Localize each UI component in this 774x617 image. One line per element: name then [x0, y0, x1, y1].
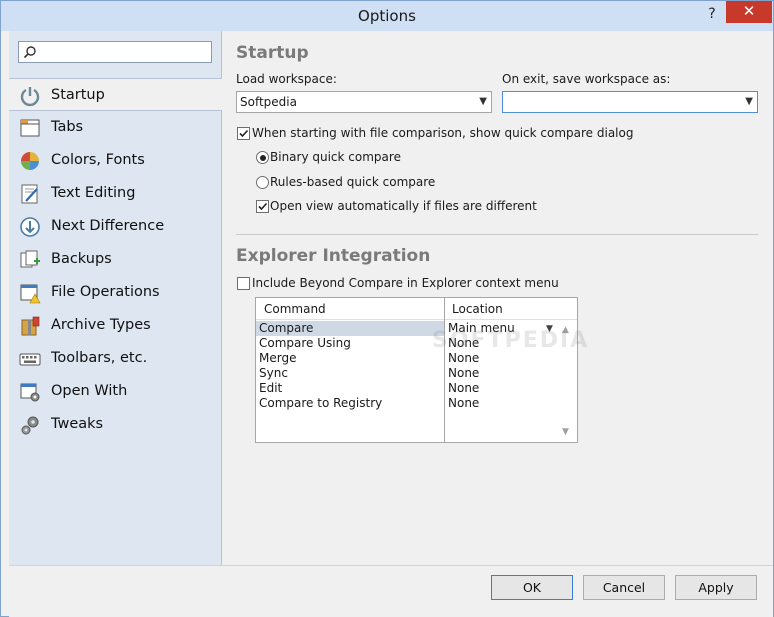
- backups-icon: [20, 250, 40, 268]
- table-row[interactable]: Merge: [256, 351, 444, 366]
- checkmark-icon: [258, 202, 268, 211]
- sidebar-item-backups[interactable]: Backups: [9, 243, 221, 276]
- sidebar-item-label: File Operations: [51, 284, 160, 300]
- sidebar-item-label: Text Editing: [51, 185, 136, 201]
- options-window: Options ? ✕ Startup Tabs Colors, Fonts T…: [0, 0, 774, 617]
- command-cell: Compare Using: [259, 336, 351, 350]
- dialog-footer: OK Cancel Apply: [9, 565, 773, 617]
- down-arrow-circle-icon: [20, 217, 40, 237]
- column-separator: [444, 298, 445, 442]
- sidebar-item-tabs[interactable]: Tabs: [9, 111, 221, 144]
- edit-pencil-icon: [21, 184, 38, 204]
- open-view-auto-label: Open view automatically if files are dif…: [270, 199, 537, 213]
- sidebar-item-toolbars[interactable]: Toolbars, etc.: [9, 342, 221, 375]
- location-cell[interactable]: None: [448, 351, 479, 365]
- gears-icon: [21, 416, 39, 435]
- sidebar-item-next-difference[interactable]: Next Difference: [9, 210, 221, 243]
- window-title: Options: [358, 7, 416, 25]
- location-cell[interactable]: None: [448, 396, 479, 410]
- sidebar-item-open-with[interactable]: Open With: [9, 375, 221, 408]
- search-input[interactable]: [37, 43, 211, 63]
- header-divider: [256, 319, 577, 320]
- sidebar-item-colors-fonts[interactable]: Colors, Fonts: [9, 144, 221, 177]
- checkmark-icon: [239, 129, 249, 138]
- show-quick-compare-label: When starting with file comparison, show…: [252, 126, 634, 140]
- location-cell[interactable]: None: [448, 381, 479, 395]
- close-button[interactable]: ✕: [726, 1, 772, 23]
- rules-quick-compare-radio[interactable]: [256, 176, 269, 189]
- table-row[interactable]: Compare to Registry: [256, 396, 444, 411]
- ok-button[interactable]: OK: [491, 575, 573, 600]
- sidebar-item-label: Next Difference: [51, 218, 165, 234]
- file-warning-icon: [20, 284, 41, 304]
- command-cell: Merge: [259, 351, 297, 365]
- on-exit-workspace-select[interactable]: ▼: [502, 91, 758, 113]
- sidebar-item-archive-types[interactable]: Archive Types: [9, 309, 221, 342]
- radio-selected-dot: [259, 154, 266, 161]
- sidebar-item-label: Toolbars, etc.: [51, 350, 148, 366]
- sidebar-item-label: Tabs: [51, 119, 84, 135]
- tabs-icon: [20, 119, 40, 137]
- column-header-command[interactable]: Command: [264, 302, 326, 316]
- sidebar-item-startup[interactable]: Startup: [9, 78, 222, 111]
- startup-panel: Startup Load workspace: Softpedia ▼ On e…: [222, 31, 773, 565]
- table-row[interactable]: Compare Using: [256, 336, 444, 351]
- startup-title: Startup: [236, 43, 309, 63]
- search-icon: [23, 46, 36, 59]
- command-table[interactable]: Command Location Compare Main menu ▼ Com…: [255, 297, 578, 443]
- explorer-integration-title: Explorer Integration: [236, 246, 431, 266]
- on-exit-label: On exit, save workspace as:: [502, 72, 671, 86]
- show-quick-compare-checkbox[interactable]: [237, 127, 250, 140]
- command-cell: Compare: [259, 321, 314, 335]
- archive-icon: [21, 316, 40, 336]
- sidebar-nav: Startup Tabs Colors, Fonts Text Editing …: [9, 78, 222, 441]
- sidebar: Startup Tabs Colors, Fonts Text Editing …: [9, 31, 222, 565]
- title-bar: Options ? ✕: [1, 1, 773, 31]
- help-button[interactable]: ?: [699, 3, 725, 25]
- apply-button[interactable]: Apply: [675, 575, 757, 600]
- scroll-down-icon[interactable]: ▼: [562, 427, 569, 437]
- watermark: SOFTPEDIA: [432, 328, 590, 353]
- sidebar-item-label: Backups: [51, 251, 112, 267]
- sidebar-item-tweaks[interactable]: Tweaks: [9, 408, 221, 441]
- chevron-down-icon: ▼: [479, 96, 487, 107]
- location-cell[interactable]: None: [448, 366, 479, 380]
- color-pie-icon: [21, 152, 39, 170]
- sidebar-item-label: Startup: [51, 87, 105, 103]
- binary-quick-compare-radio[interactable]: [256, 151, 269, 164]
- column-header-location[interactable]: Location: [452, 302, 503, 316]
- include-context-menu-label: Include Beyond Compare in Explorer conte…: [252, 276, 559, 290]
- include-context-menu-checkbox[interactable]: [237, 277, 250, 290]
- sidebar-item-file-operations[interactable]: File Operations: [9, 276, 221, 309]
- load-workspace-select[interactable]: Softpedia ▼: [236, 91, 492, 113]
- keyboard-icon: [19, 353, 41, 366]
- cancel-button[interactable]: Cancel: [583, 575, 665, 600]
- open-with-icon: [20, 383, 40, 402]
- binary-quick-compare-label: Binary quick compare: [270, 150, 401, 164]
- command-cell: Compare to Registry: [259, 396, 383, 410]
- section-divider: [236, 234, 758, 235]
- sidebar-item-text-editing[interactable]: Text Editing: [9, 177, 221, 210]
- load-workspace-label: Load workspace:: [236, 72, 337, 86]
- sidebar-item-label: Archive Types: [51, 317, 151, 333]
- sidebar-item-label: Tweaks: [51, 416, 104, 432]
- table-row[interactable]: Sync: [256, 366, 444, 381]
- command-cell: Edit: [259, 381, 283, 395]
- power-icon: [20, 87, 40, 107]
- sidebar-item-label: Open With: [51, 383, 128, 399]
- table-row[interactable]: Compare: [256, 321, 444, 336]
- open-view-auto-checkbox[interactable]: [256, 200, 269, 213]
- table-row[interactable]: Edit: [256, 381, 444, 396]
- chevron-down-icon: ▼: [745, 96, 753, 107]
- load-workspace-value: Softpedia: [240, 95, 297, 109]
- search-box[interactable]: [18, 41, 212, 63]
- command-cell: Sync: [259, 366, 288, 380]
- sidebar-item-label: Colors, Fonts: [51, 152, 145, 168]
- rules-quick-compare-label: Rules-based quick compare: [270, 175, 436, 189]
